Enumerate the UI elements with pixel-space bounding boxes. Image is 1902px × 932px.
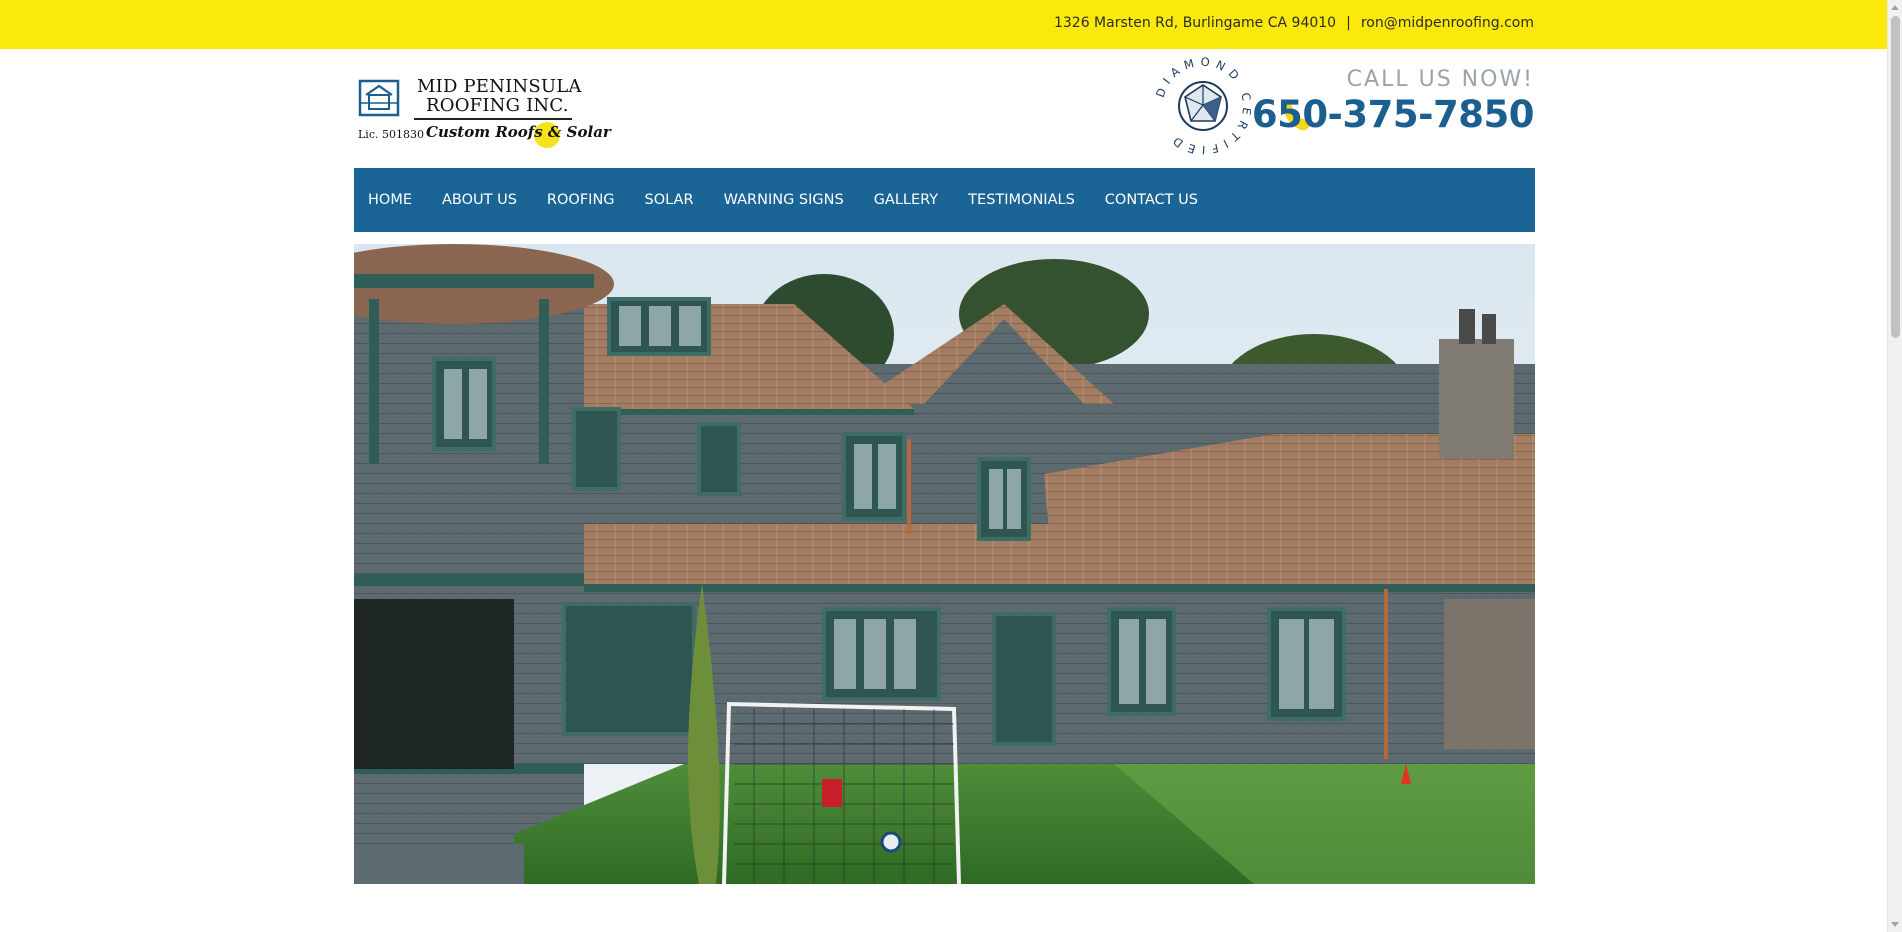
scrollbar-thumb[interactable] — [1891, 16, 1900, 338]
nav-warning-signs[interactable]: WARNING SIGNS — [709, 192, 859, 208]
address-text: 1326 Marsten Rd, Burlingame CA 94010 — [1053, 15, 1337, 31]
logo-license: Lic. 501830 — [358, 128, 424, 141]
nav-gallery[interactable]: GALLERY — [859, 192, 953, 208]
nav-home[interactable]: HOME — [354, 192, 427, 208]
logo-rule — [414, 118, 572, 120]
logo-tagline: Custom Roofs & Solar — [426, 123, 611, 141]
call-now-label: CALL US NOW! — [1346, 67, 1534, 92]
vertical-scrollbar[interactable] — [1887, 0, 1902, 932]
top-info-bar: 1326 Marsten Rd, Burlingame CA 94010 | ron… — [0, 0, 1887, 49]
info-separator: | — [1346, 15, 1351, 31]
main-navigation: HOME ABOUT US ROOFING SOLAR WARNING SIGN… — [354, 168, 1535, 232]
phone-number-link[interactable]: 650-375-7850 — [1252, 93, 1535, 136]
nav-testimonials[interactable]: TESTIMONIALS — [953, 192, 1090, 208]
diamond-certified-icon: DIAMOND CERTIFIED — [1153, 54, 1249, 157]
company-logo[interactable]: MID PENINSULA ROOFING INC. Lic. 501830 C… — [354, 74, 611, 152]
nav-solar[interactable]: SOLAR — [630, 192, 709, 208]
scroll-down-icon[interactable] — [1891, 922, 1899, 927]
logo-line-1: MID PENINSULA — [417, 76, 582, 97]
nav-about-us[interactable]: ABOUT US — [427, 192, 532, 208]
scroll-up-icon[interactable] — [1891, 5, 1899, 10]
nav-roofing[interactable]: ROOFING — [532, 192, 630, 208]
email-link[interactable]: ron@midpenroofing.com — [1361, 15, 1534, 31]
hero-illustration — [354, 244, 1535, 884]
hero-house-photo — [354, 244, 1535, 884]
house-logo-icon — [358, 79, 400, 117]
contact-info: 1326 Marsten Rd, Burlingame CA 94010 | ron… — [1054, 15, 1534, 31]
nav-contact-us[interactable]: CONTACT US — [1090, 192, 1213, 208]
diamond-certified-badge[interactable]: DIAMOND CERTIFIED — [1153, 54, 1251, 157]
logo-line-2: ROOFING INC. — [426, 95, 569, 116]
